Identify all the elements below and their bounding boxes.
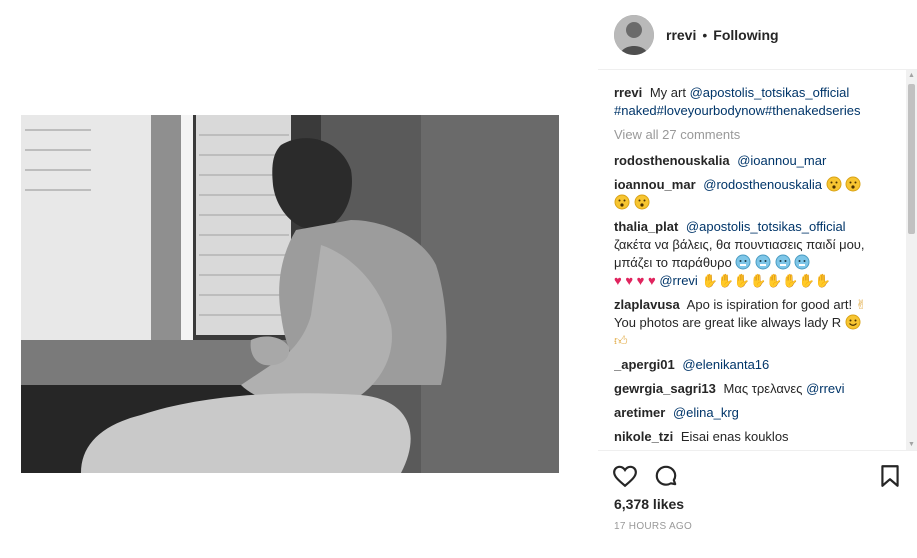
photo-area: [0, 0, 598, 558]
smiling-face-emoji-icon: [845, 314, 861, 330]
comment-item: thalia_plat @apostolis_totsikas_official…: [614, 218, 906, 290]
comment-username[interactable]: nikole_tzi: [614, 429, 673, 444]
avatar[interactable]: [614, 14, 654, 55]
comment-item: _apergi01 @elenikanta16: [614, 356, 906, 374]
surprised-face-emoji-icon: [634, 194, 650, 210]
post-header: rrevi • Following: [598, 0, 917, 70]
ok-hand-emoji-icon: ✌: [855, 297, 867, 312]
caption-text: My art: [649, 85, 686, 100]
comment-mention[interactable]: @elina_krg: [673, 405, 739, 420]
comment-text: Apo is ispiration for good art!: [686, 297, 853, 312]
post-actions: 6,378 likes 17 HOURS AGO: [598, 450, 917, 558]
comment-text: Eisai enas kouklos: [680, 429, 789, 444]
comment-item: zlaplavusa Apo is ispiration for good ar…: [614, 296, 906, 350]
heart-icon[interactable]: [612, 463, 638, 489]
comment-mention[interactable]: @rrevi: [806, 381, 844, 396]
post-photo-image: [21, 115, 559, 473]
caption-mention[interactable]: @apostolis_totsikas_official: [690, 85, 850, 100]
comment-username[interactable]: gewrgia_sagri13: [614, 381, 716, 396]
post-side-panel: rrevi • Following rrevi My art @apostoli…: [598, 0, 917, 558]
scrollbar-thumb[interactable]: [908, 84, 915, 234]
caption-hashtags[interactable]: #naked#loveyourbodynow#thenakedseries: [614, 103, 860, 118]
cold-face-emoji-icon: [755, 254, 771, 270]
comment-mention[interactable]: @rodosthenouskalia: [703, 177, 822, 192]
surprised-face-emoji-icon: [845, 176, 861, 192]
comment-item: nikole_tzi Eisai enas kouklos: [614, 428, 906, 446]
heart-emoji-icon: ♥ ♥ ♥ ♥: [614, 273, 656, 288]
comments-list: rrevi My art @apostolis_totsikas_officia…: [614, 84, 906, 448]
avatar-image: [614, 14, 654, 55]
following-button[interactable]: Following: [713, 27, 778, 43]
comment-mention[interactable]: @apostolis_totsikas_official: [686, 219, 846, 234]
comment-username[interactable]: rodosthenouskalia: [614, 153, 730, 168]
surprised-face-emoji-icon: [614, 194, 630, 210]
scroll-down-arrow-icon[interactable]: ▼: [906, 439, 917, 450]
cold-face-emoji-icon: [775, 254, 791, 270]
view-all-comments-link[interactable]: View all 27 comments: [614, 126, 906, 144]
scroll-up-arrow-icon[interactable]: ▲: [906, 70, 917, 81]
comment-item: rodosthenouskalia @ioannou_mar: [614, 152, 906, 170]
comments-scrollbar[interactable]: ▲ ▼: [906, 70, 917, 450]
comment-item: gewrgia_sagri13 Μας τρελανες @rrevi: [614, 380, 906, 398]
header-text: rrevi • Following: [666, 27, 779, 43]
cold-face-emoji-icon: [735, 254, 751, 270]
comment-mention[interactable]: @elenikanta16: [682, 357, 769, 372]
caption: rrevi My art @apostolis_totsikas_officia…: [614, 84, 906, 120]
thumbs-up-emoji-icon: 👍︎: [614, 333, 628, 348]
comment-bubble-icon[interactable]: [653, 463, 679, 489]
comment-mention[interactable]: @ioannou_mar: [737, 153, 826, 168]
bookmark-icon[interactable]: [877, 463, 903, 489]
clapping-hands-emoji-icon: ✋✋✋✋✋✋✋✋: [701, 273, 831, 288]
header-username[interactable]: rrevi: [666, 27, 696, 43]
cold-face-emoji-icon: [794, 254, 810, 270]
comment-text-2: You photos are great like always lady R: [614, 315, 842, 330]
post-photo[interactable]: [21, 115, 559, 473]
comment-username[interactable]: aretimer: [614, 405, 665, 420]
likes-count[interactable]: 6,378 likes: [614, 496, 684, 512]
comment-username[interactable]: thalia_plat: [614, 219, 678, 234]
comment-mention[interactable]: @rrevi: [659, 273, 697, 288]
surprised-face-emoji-icon: [826, 176, 842, 192]
comment-username[interactable]: zlaplavusa: [614, 297, 680, 312]
comment-text: Μας τρελανες: [723, 381, 803, 396]
comment-item: ioannou_mar @rodosthenouskalia: [614, 176, 906, 212]
comment-username[interactable]: ioannou_mar: [614, 177, 696, 192]
comment-item: aretimer @elina_krg: [614, 404, 906, 422]
separator-dot: •: [702, 26, 708, 43]
caption-username[interactable]: rrevi: [614, 85, 642, 100]
post-timestamp[interactable]: 17 HOURS AGO: [614, 521, 692, 532]
comment-username[interactable]: _apergi01: [614, 357, 675, 372]
